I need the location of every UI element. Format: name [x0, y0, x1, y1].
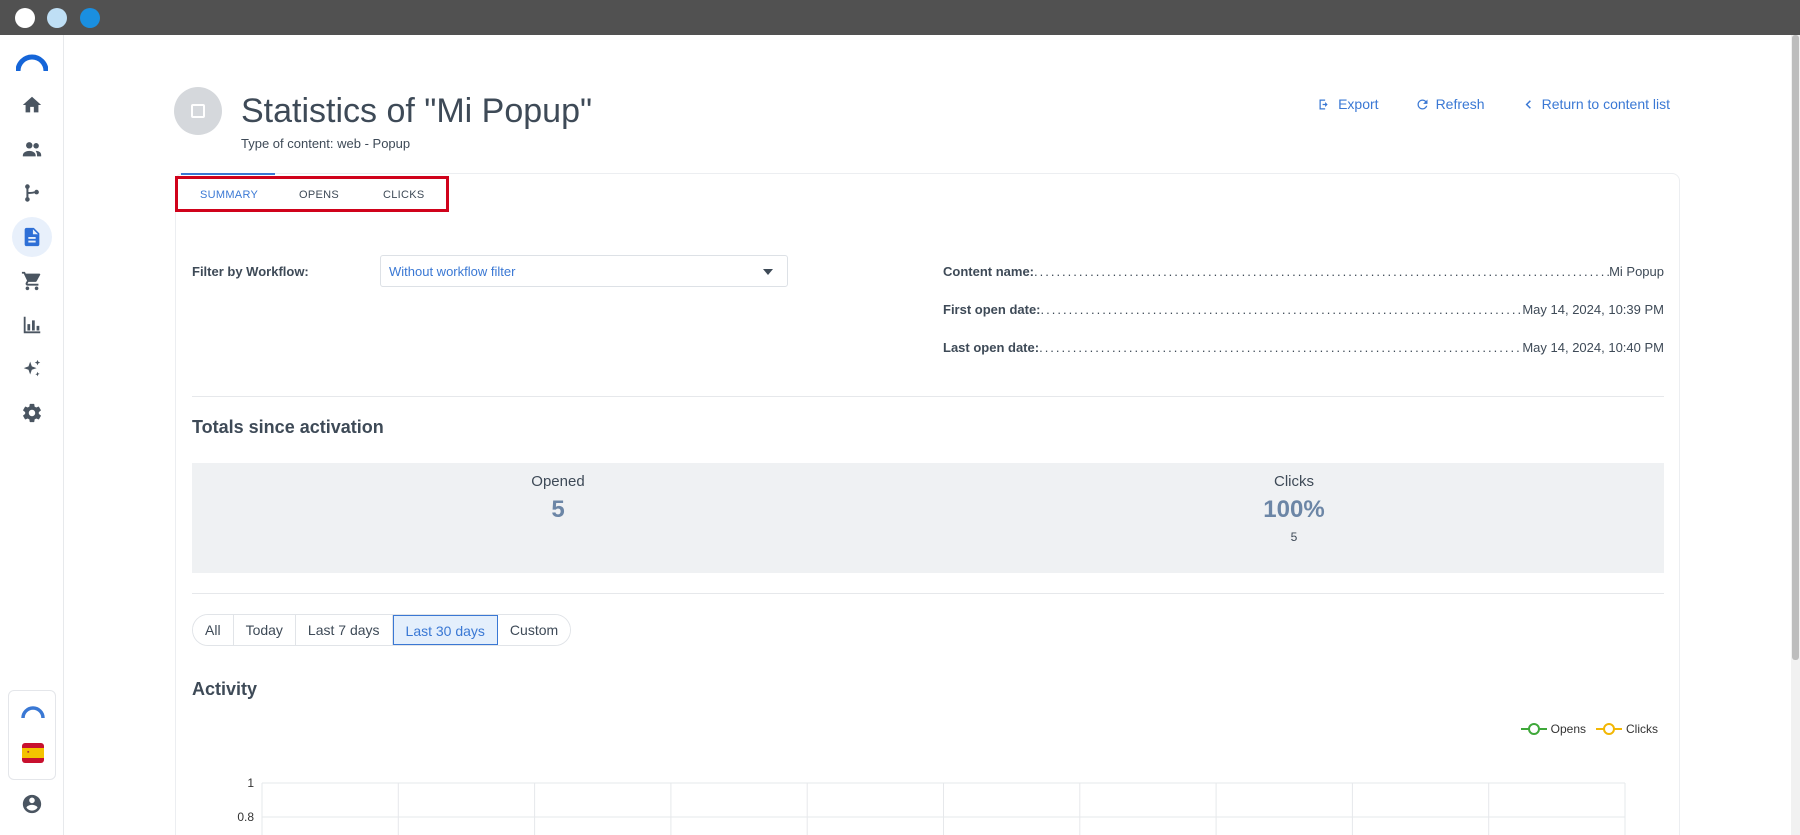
people-icon	[22, 142, 42, 157]
clicks-count: 5	[1290, 530, 1298, 544]
chart-legend: Opens Clicks	[1520, 722, 1658, 736]
range-today-button[interactable]: Today	[233, 615, 296, 645]
content-type-icon	[174, 87, 222, 135]
info-first-open: First open date: .......................…	[943, 302, 1664, 317]
page-subtitle: Type of content: web - Popup	[241, 136, 411, 151]
content-name-label: Content name:	[943, 264, 1034, 279]
page-scrollbar[interactable]	[1791, 35, 1800, 835]
sidebar-item-contacts[interactable]	[12, 129, 52, 169]
home-icon	[22, 96, 42, 113]
leader-dots: ........................................…	[1039, 340, 1523, 355]
window-maximize-button[interactable]	[80, 8, 100, 28]
last-open-value: May 14, 2024, 10:40 PM	[1522, 340, 1664, 355]
chevron-left-icon	[1525, 99, 1531, 109]
clicks-label: Clicks	[1274, 473, 1314, 490]
totals-panel: Opened 5 Clicks 100% 5	[192, 463, 1664, 573]
active-tab-indicator	[181, 173, 275, 175]
page-title: Statistics of "Mi Popup"	[241, 92, 593, 130]
return-to-list-link[interactable]: Return to content list	[1521, 96, 1670, 112]
sidebar-item-reports[interactable]	[12, 305, 52, 345]
return-label: Return to content list	[1541, 96, 1670, 112]
legend-opens[interactable]: Opens	[1520, 722, 1586, 736]
sidebar-item-ai[interactable]	[12, 349, 52, 389]
sidebar: ▪	[0, 35, 64, 835]
sidebar-item-settings[interactable]	[12, 393, 52, 433]
workflow-filter-value: Without workflow filter	[389, 264, 516, 279]
window-close-button[interactable]	[15, 8, 35, 28]
workflow-icon	[25, 184, 39, 202]
content-name-value: Mi Popup	[1609, 264, 1664, 279]
window-titlebar	[0, 0, 1800, 35]
sidebar-item-ecommerce[interactable]	[12, 261, 52, 301]
sparkle-icon	[23, 359, 41, 377]
chart-icon	[23, 316, 41, 334]
legend-clicks[interactable]: Clicks	[1596, 722, 1658, 736]
gear-icon	[23, 403, 41, 423]
sidebar-item-workflows[interactable]	[12, 173, 52, 213]
info-last-open: Last open date: ........................…	[943, 340, 1664, 355]
sidebar-item-content[interactable]	[12, 217, 52, 257]
range-last-30-days-button[interactable]: Last 30 days	[392, 615, 498, 645]
legend-clicks-marker	[1596, 723, 1622, 735]
section-divider	[192, 396, 1664, 397]
tab-clicks[interactable]: CLICKS	[383, 189, 425, 201]
tab-bar: SUMMARY OPENS CLICKS	[175, 176, 449, 212]
last-open-label: Last open date:	[943, 340, 1040, 355]
first-open-value: May 14, 2024, 10:39 PM	[1522, 302, 1664, 317]
brand-logo-icon[interactable]	[21, 703, 45, 721]
tab-summary[interactable]: SUMMARY	[200, 189, 258, 201]
export-icon	[1319, 99, 1328, 109]
activity-title: Activity	[192, 679, 258, 699]
first-open-label: First open date:	[943, 302, 1041, 317]
spain-flag-icon[interactable]: ▪	[22, 743, 44, 763]
refresh-icon	[1417, 99, 1428, 109]
cart-icon	[21, 271, 41, 291]
totals-opened: Opened 5	[408, 473, 708, 524]
range-custom-button[interactable]: Custom	[497, 615, 571, 645]
workflow-filter-select[interactable]: Without workflow filter	[380, 255, 788, 287]
legend-clicks-label: Clicks	[1626, 722, 1658, 736]
y-tick-label: 1	[247, 776, 254, 790]
leader-dots: ........................................…	[1040, 302, 1523, 317]
export-button[interactable]: Export	[1317, 96, 1379, 112]
sidebar-item-home[interactable]	[12, 85, 52, 125]
legend-opens-label: Opens	[1550, 722, 1586, 736]
totals-clicks: Clicks 100% 5	[1144, 473, 1444, 544]
brand-logo-icon[interactable]	[16, 53, 48, 73]
opened-value: 5	[551, 496, 565, 523]
header-actions: Export Refresh Return to content list	[1317, 96, 1670, 112]
clicks-value: 100%	[1263, 496, 1325, 523]
date-range-selector: All Today Last 7 days Last 30 days Custo…	[192, 614, 572, 646]
refresh-label: Refresh	[1435, 96, 1485, 112]
export-label: Export	[1338, 96, 1379, 112]
sidebar-bottom-panel: ▪	[8, 690, 56, 780]
tab-opens[interactable]: OPENS	[299, 189, 339, 201]
y-tick-label: 0.8	[237, 810, 254, 824]
workflow-filter-label: Filter by Workflow:	[192, 264, 309, 279]
caret-down-icon	[763, 269, 773, 275]
opened-label: Opened	[531, 473, 585, 490]
range-last-7-days-button[interactable]: Last 7 days	[295, 615, 393, 645]
user-account-icon[interactable]	[21, 793, 43, 815]
refresh-button[interactable]: Refresh	[1415, 96, 1485, 112]
leader-dots: ........................................…	[1034, 264, 1609, 279]
legend-opens-marker	[1520, 723, 1547, 735]
info-content-name: Content name: ..........................…	[943, 264, 1664, 279]
totals-title: Totals since activation	[192, 417, 384, 437]
scrollbar-thumb[interactable]	[1792, 35, 1799, 660]
window-minimize-button[interactable]	[47, 8, 67, 28]
activity-chart: 10.8	[237, 776, 1626, 835]
section-divider	[192, 593, 1664, 594]
range-all-button[interactable]: All	[193, 615, 234, 645]
document-icon	[24, 227, 40, 247]
